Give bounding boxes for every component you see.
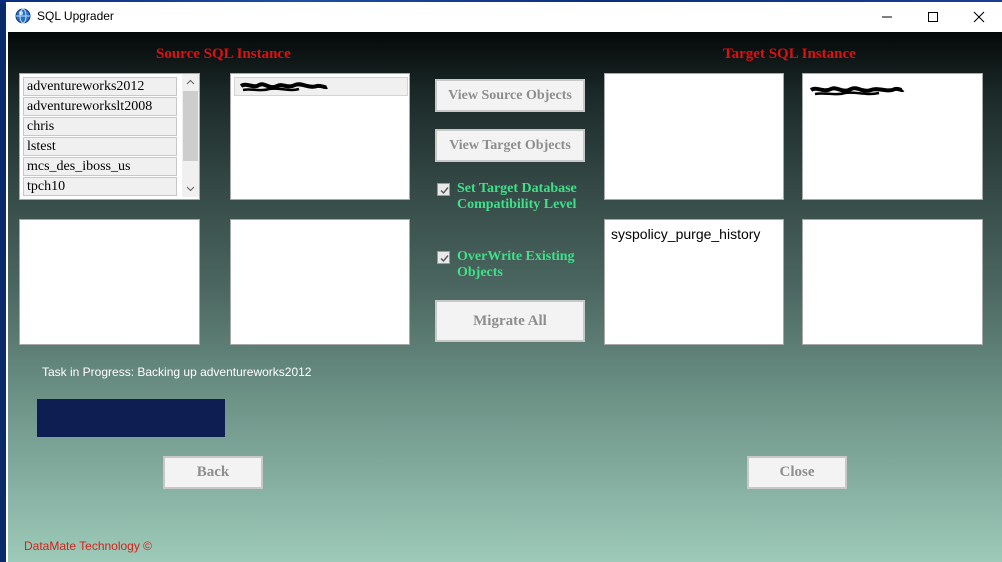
source-objects-list[interactable] [230, 219, 410, 345]
source-schema-list[interactable] [19, 219, 200, 345]
compatibility-checkbox[interactable] [437, 183, 450, 196]
scroll-up-icon[interactable] [182, 74, 199, 91]
overwrite-checkbox[interactable] [437, 251, 450, 264]
list-item[interactable] [234, 77, 408, 96]
task-status-text: Task in Progress: Backing up adventurewo… [42, 365, 312, 379]
redacted-instance-name [239, 82, 328, 92]
list-item[interactable]: syspolicy_purge_history [611, 226, 760, 242]
scroll-down-icon[interactable] [182, 180, 199, 197]
check-icon [440, 187, 449, 195]
redacted-target-instance [809, 86, 905, 96]
maximize-button[interactable] [910, 2, 956, 32]
close-icon [973, 11, 985, 23]
target-heading: Target SQL Instance [723, 46, 856, 62]
target-instance-list[interactable] [802, 73, 983, 200]
scroll-thumb[interactable] [183, 91, 198, 161]
close-button[interactable]: Close [747, 456, 847, 489]
back-button[interactable]: Back [163, 456, 263, 489]
close-window-button[interactable] [956, 2, 1002, 32]
compatibility-label: Set Target Database Compatibility Level [457, 181, 577, 212]
list-item[interactable]: adventureworkslt2008 [23, 97, 177, 116]
view-source-objects-button[interactable]: View Source Objects [435, 79, 585, 112]
list-item[interactable]: tpch10 [23, 177, 177, 196]
progress-bar [37, 399, 225, 437]
target-database-list[interactable] [604, 73, 784, 200]
target-schema-list[interactable] [802, 219, 983, 345]
client-area: Source SQL Instance Target SQL Instance … [8, 32, 1002, 562]
source-heading: Source SQL Instance [156, 46, 291, 62]
minimize-icon [882, 16, 892, 18]
migrate-all-button[interactable]: Migrate All [435, 300, 585, 342]
window-title: SQL Upgrader [37, 9, 114, 23]
check-icon [440, 255, 449, 263]
compatibility-checkbox-row[interactable]: Set Target Database Compatibility Level [437, 181, 597, 215]
copyright-text: DataMate Technology © [24, 539, 153, 553]
list-item[interactable]: lstest [23, 137, 177, 156]
app-globe-icon [15, 8, 31, 24]
progress-fill [37, 399, 225, 437]
source-database-list[interactable]: adventureworks2012 adventureworkslt2008 … [19, 73, 200, 200]
list-item[interactable]: mcs_des_iboss_us [23, 157, 177, 176]
source-instance-list[interactable] [230, 73, 410, 200]
title-bar: SQL Upgrader [6, 2, 1002, 32]
app-window: SQL Upgrader Source SQL Instance Target … [6, 2, 1002, 562]
minimize-button[interactable] [864, 2, 910, 32]
overwrite-checkbox-row[interactable]: OverWrite Existing Objects [437, 249, 597, 283]
view-target-objects-button[interactable]: View Target Objects [435, 129, 585, 162]
overwrite-label: OverWrite Existing Objects [457, 249, 575, 280]
maximize-icon [928, 12, 938, 22]
list-item[interactable]: chris [23, 117, 177, 136]
list-item[interactable]: adventureworks2012 [23, 77, 177, 96]
list-scrollbar[interactable] [182, 74, 199, 197]
target-objects-list[interactable]: syspolicy_purge_history [604, 219, 784, 345]
